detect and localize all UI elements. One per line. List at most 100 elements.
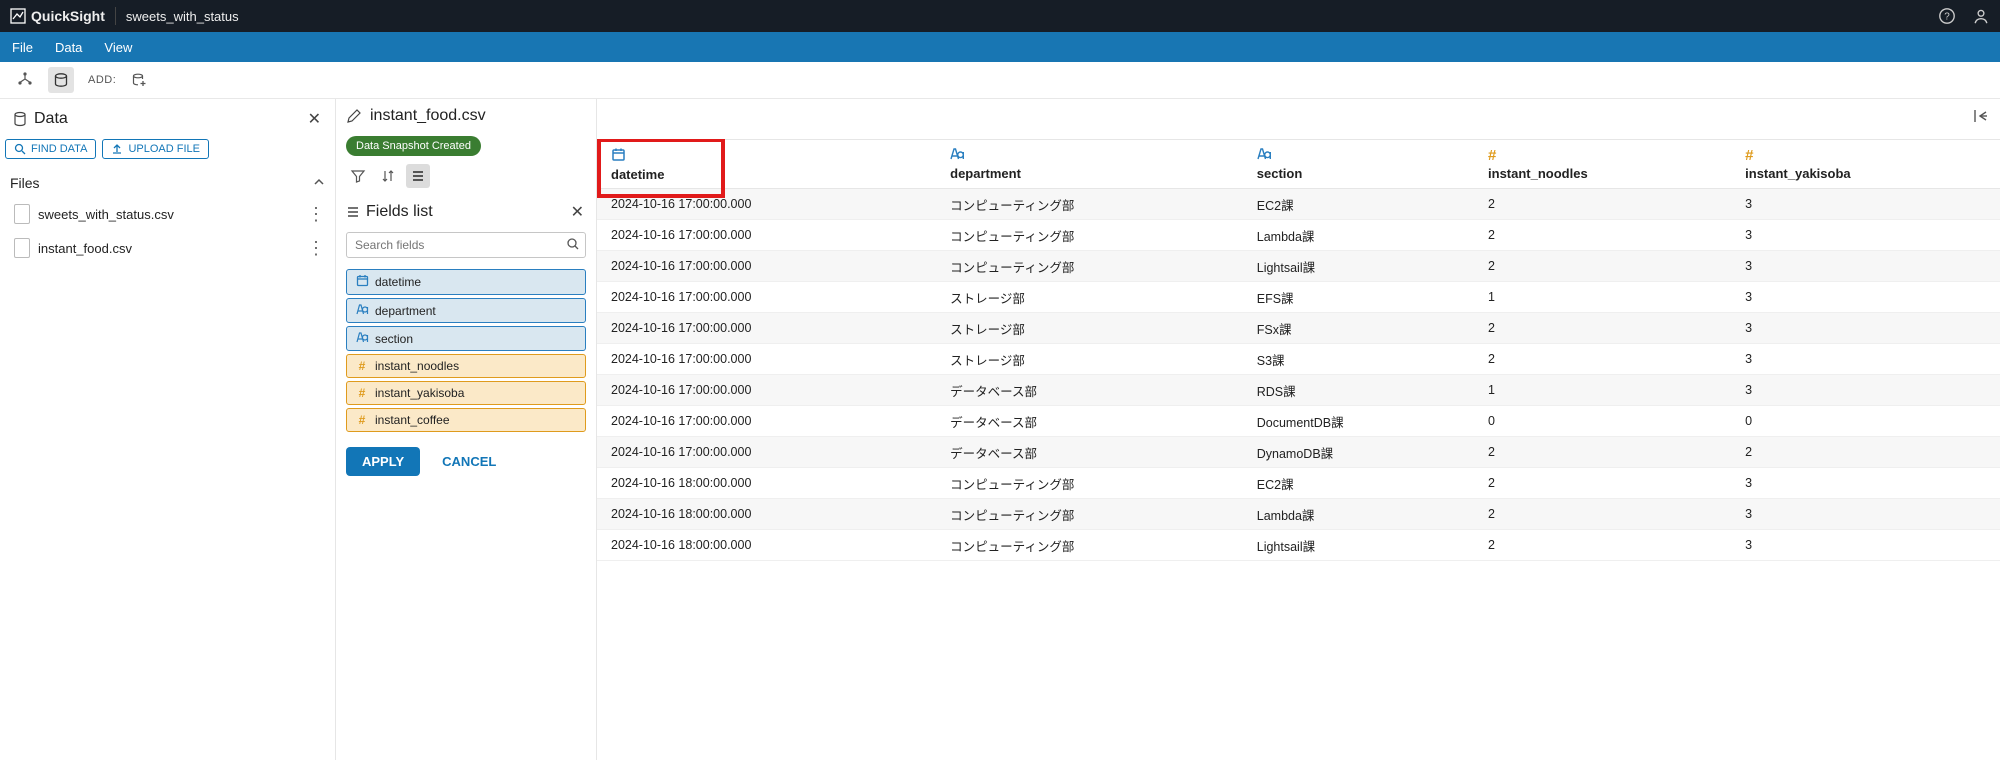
table-cell: DocumentDB課: [1243, 406, 1474, 437]
table-cell: コンピューティング部: [936, 251, 1243, 282]
search-icon[interactable]: [566, 237, 580, 254]
table-cell: Lambda課: [1243, 220, 1474, 251]
table-cell: 2: [1474, 313, 1731, 344]
table-cell: 2024-10-16 18:00:00.000: [597, 530, 936, 561]
table-cell: 2: [1474, 220, 1731, 251]
search-icon: [14, 143, 26, 155]
fields-icon: [346, 205, 360, 219]
toolbar: ADD:: [0, 62, 2000, 99]
product-logo[interactable]: QuickSight: [10, 8, 105, 24]
field-pill-section[interactable]: section: [346, 326, 586, 351]
edit-icon[interactable]: [346, 108, 362, 124]
table-cell: 3: [1731, 189, 2000, 220]
table-cell: 2: [1474, 437, 1731, 468]
field-type-icon: [355, 303, 369, 318]
menu-file[interactable]: File: [12, 40, 33, 55]
cancel-button[interactable]: CANCEL: [436, 453, 502, 470]
table-cell: 3: [1731, 313, 2000, 344]
upload-file-label: UPLOAD FILE: [128, 143, 200, 155]
file-row[interactable]: instant_food.csv ⋮: [0, 231, 335, 265]
diagram-view-button[interactable]: [12, 67, 38, 93]
field-pill-instant_coffee[interactable]: #instant_coffee: [346, 408, 586, 432]
column-header-section[interactable]: section: [1243, 140, 1474, 189]
field-name: instant_noodles: [375, 359, 459, 373]
table-cell: 1: [1474, 282, 1731, 313]
table-cell: 2: [1731, 437, 2000, 468]
table-row: 2024-10-16 18:00:00.000コンピューティング部Lambda課…: [597, 499, 2000, 530]
column-name: instant_yakisoba: [1745, 166, 1986, 181]
table-row: 2024-10-16 17:00:00.000コンピューティング部EC2課23: [597, 189, 2000, 220]
table-cell: 2: [1474, 251, 1731, 282]
sort-button[interactable]: [376, 164, 400, 188]
field-pill-instant_noodles[interactable]: # instant_noodles: [346, 354, 586, 378]
table-row: 2024-10-16 17:00:00.000データベース部RDS課13: [597, 375, 2000, 406]
column-header-department[interactable]: department: [936, 140, 1243, 189]
menu-view[interactable]: View: [104, 40, 132, 55]
collapse-files-button[interactable]: [313, 175, 325, 191]
menubar: File Data View: [0, 32, 2000, 62]
table-cell: 2024-10-16 18:00:00.000: [597, 468, 936, 499]
table-cell: データベース部: [936, 375, 1243, 406]
database-icon: [12, 111, 28, 127]
table-cell: RDS課: [1243, 375, 1474, 406]
file-name: instant_food.csv: [38, 241, 132, 256]
table-cell: コンピューティング部: [936, 530, 1243, 561]
column-header-instant_yakisoba[interactable]: #instant_yakisoba: [1731, 140, 2000, 189]
user-icon[interactable]: [1972, 7, 1990, 25]
field-type-icon: #: [355, 359, 369, 373]
menu-data[interactable]: Data: [55, 40, 82, 55]
table-cell: 2: [1474, 499, 1731, 530]
search-fields-input[interactable]: [346, 232, 586, 258]
column-name: datetime: [611, 167, 922, 182]
column-name: instant_noodles: [1488, 166, 1717, 181]
close-fields-button[interactable]: ✕: [569, 200, 586, 224]
table-cell: 2024-10-16 17:00:00.000: [597, 344, 936, 375]
table-cell: 2024-10-16 17:00:00.000: [597, 189, 936, 220]
table-cell: EC2課: [1243, 189, 1474, 220]
column-header-datetime[interactable]: datetime: [597, 140, 936, 189]
list-view-button[interactable]: [406, 164, 430, 188]
file-icon: [14, 238, 30, 258]
quicksight-icon: [10, 8, 26, 24]
table-row: 2024-10-16 17:00:00.000コンピューティング部Lightsa…: [597, 251, 2000, 282]
close-panel-button[interactable]: ✕: [306, 107, 323, 131]
table-row: 2024-10-16 17:00:00.000データベース部DocumentDB…: [597, 406, 2000, 437]
file-menu-button[interactable]: ⋮: [307, 243, 325, 253]
file-menu-button[interactable]: ⋮: [307, 209, 325, 219]
table-cell: 3: [1731, 251, 2000, 282]
table-row: 2024-10-16 17:00:00.000ストレージ部S3課23: [597, 344, 2000, 375]
file-row[interactable]: sweets_with_status.csv ⋮: [0, 197, 335, 231]
field-name: instant_yakisoba: [375, 386, 464, 400]
table-cell: 2024-10-16 17:00:00.000: [597, 375, 936, 406]
apply-button[interactable]: APPLY: [346, 447, 420, 476]
data-view-button[interactable]: [48, 67, 74, 93]
column-header-instant_noodles[interactable]: #instant_noodles: [1474, 140, 1731, 189]
table-cell: 3: [1731, 282, 2000, 313]
table-row: 2024-10-16 17:00:00.000データベース部DynamoDB課2…: [597, 437, 2000, 468]
table-cell: 2024-10-16 18:00:00.000: [597, 499, 936, 530]
find-data-button[interactable]: FIND DATA: [5, 139, 96, 159]
file-name: sweets_with_status.csv: [38, 207, 174, 222]
table-cell: FSx課: [1243, 313, 1474, 344]
table-cell: 2: [1474, 344, 1731, 375]
table-cell: 3: [1731, 375, 2000, 406]
table-cell: S3課: [1243, 344, 1474, 375]
column-name: section: [1257, 166, 1460, 181]
table-cell: 3: [1731, 344, 2000, 375]
table-cell: ストレージ部: [936, 344, 1243, 375]
field-pill-department[interactable]: department: [346, 298, 586, 323]
field-pill-instant_yakisoba[interactable]: #instant_yakisoba: [346, 381, 586, 405]
field-name: datetime: [375, 275, 421, 289]
chevron-up-icon: [313, 176, 325, 188]
field-pill-datetime[interactable]: datetime: [346, 269, 586, 295]
table-cell: 3: [1731, 220, 2000, 251]
preview-panel: datetime department section #instant_noodle…: [597, 99, 2000, 760]
preview-table: datetime department section #instant_noodle…: [597, 139, 2000, 561]
upload-file-button[interactable]: UPLOAD FILE: [102, 139, 209, 159]
collapse-right-button[interactable]: [1968, 103, 1994, 132]
table-cell: DynamoDB課: [1243, 437, 1474, 468]
table-cell: コンピューティング部: [936, 189, 1243, 220]
add-dataset-button[interactable]: [126, 67, 152, 93]
filter-button[interactable]: [346, 164, 370, 188]
help-icon[interactable]: ?: [1938, 7, 1956, 25]
